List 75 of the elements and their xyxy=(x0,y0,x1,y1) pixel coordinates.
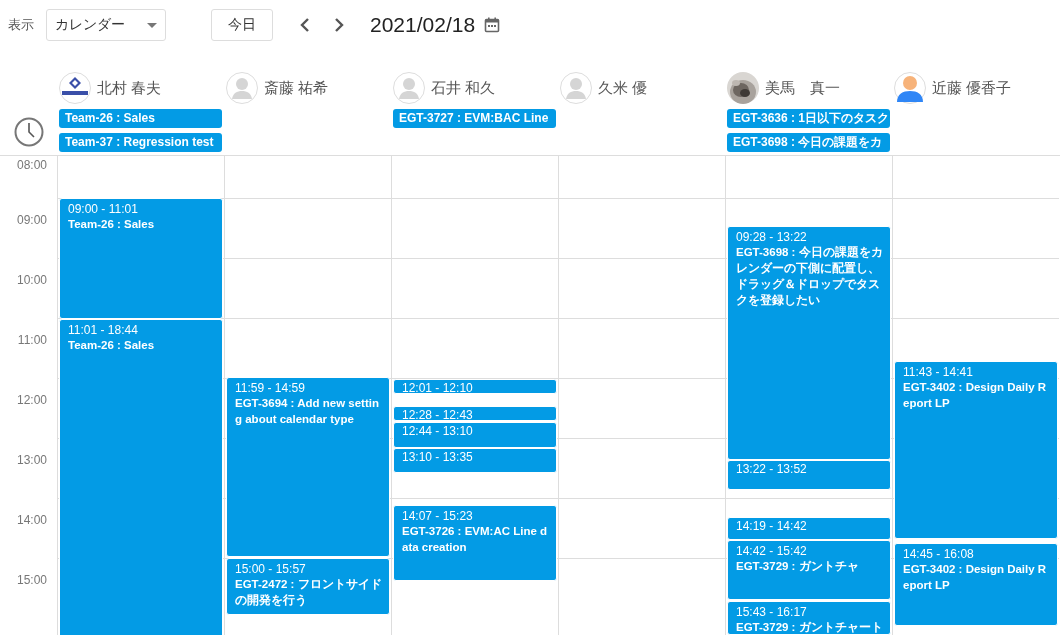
hour-label: 10:00 xyxy=(16,273,47,287)
hour-label: 08:00 xyxy=(16,158,47,172)
view-select[interactable]: カレンダー xyxy=(46,9,166,41)
event-card[interactable]: 15:00 - 15:57 EGT-2472 : フロントサイドの開発を行う xyxy=(226,558,390,615)
event-title: EGT-3726 : EVM:AC Line data creation xyxy=(402,524,549,555)
event-card[interactable]: 14:19 - 14:42 xyxy=(727,517,891,540)
event-time: 12:44 - 13:10 xyxy=(402,424,473,438)
event-title: EGT-3694 : Add new setting about calendar type xyxy=(235,396,380,427)
all-day-event[interactable]: EGT-3636 : 1日以下のタスク xyxy=(727,109,890,128)
event-time: 11:59 - 14:59 xyxy=(235,381,305,395)
event-title: EGT-3402 : Design Daily Report LP xyxy=(903,380,1048,411)
event-time: 14:19 - 14:42 xyxy=(736,519,807,533)
person-name: 美馬 真一 xyxy=(765,78,840,98)
event-time: 13:10 - 13:35 xyxy=(402,450,473,464)
calendar-icon[interactable] xyxy=(484,17,501,33)
event-time: 09:00 - 11:01 xyxy=(68,202,138,216)
hour-label: 14:00 xyxy=(16,513,47,527)
event-card[interactable]: 13:10 - 13:35 xyxy=(393,448,557,473)
person-name: 近藤 優香子 xyxy=(932,78,1012,98)
event-time: 12:28 - 12:43 xyxy=(402,408,473,420)
event-card[interactable]: 14:42 - 15:42 EGT-3729 : ガントチャ xyxy=(727,540,891,600)
event-title: EGT-3729 : ガントチャート xyxy=(736,620,883,634)
event-card[interactable]: 15:43 - 16:17 EGT-3729 : ガントチャート xyxy=(727,601,891,635)
today-button[interactable]: 今日 xyxy=(211,9,273,41)
event-title: EGT-2472 : フロントサイドの開発を行う xyxy=(235,577,383,608)
event-card[interactable]: 13:22 - 13:52 xyxy=(727,460,891,490)
all-day-event[interactable]: EGT-3698 : 今日の課題をカ xyxy=(727,133,890,152)
person-avatar xyxy=(894,72,926,104)
user-avatar xyxy=(560,72,592,104)
person-name: 斎藤 祐希 xyxy=(264,78,329,98)
event-time: 11:01 - 18:44 xyxy=(68,323,138,337)
event-time: 09:28 - 13:22 xyxy=(736,230,807,244)
all-day-event[interactable]: Team-37 : Regression test xyxy=(59,133,222,152)
user-avatar xyxy=(393,72,425,104)
logo-avatar xyxy=(59,72,91,104)
hour-label: 15:00 xyxy=(16,573,47,587)
all-day-event[interactable]: EGT-3727 : EVM:BAC Line xyxy=(393,109,556,128)
event-card[interactable]: 12:28 - 12:43 xyxy=(393,406,557,421)
event-time: 11:43 - 14:41 xyxy=(903,365,973,379)
view-label: 表示 xyxy=(8,16,34,34)
clock-icon xyxy=(13,117,44,147)
event-title: Team-26 : Sales xyxy=(68,338,155,353)
hour-label: 09:00 xyxy=(16,213,47,227)
next-icon[interactable] xyxy=(333,17,345,33)
caret-icon xyxy=(147,22,157,28)
person-name: 北村 春夫 xyxy=(97,78,162,98)
hour-label: 11:00 xyxy=(17,333,47,347)
person-name: 石井 和久 xyxy=(431,78,496,98)
event-time: 15:43 - 16:17 xyxy=(736,605,807,619)
event-card[interactable]: 09:00 - 11:01 Team-26 : Sales xyxy=(59,198,223,319)
person-name: 久米 優 xyxy=(598,78,648,98)
event-time: 14:45 - 16:08 xyxy=(903,547,974,561)
hour-label: 12:00 xyxy=(16,393,47,407)
user-avatar xyxy=(226,72,258,104)
event-card[interactable]: 12:01 - 12:10 xyxy=(393,379,557,394)
date-text: 2021/02/18 xyxy=(370,13,476,37)
event-title: EGT-3698 : 今日の課題をカレンダーの下側に配置し、ドラッグ＆ドロップでタスクを登録したい xyxy=(736,245,884,308)
event-card[interactable]: 14:07 - 15:23 EGT-3726 : EVM:AC Line data creation xyxy=(393,505,557,581)
event-card[interactable]: 12:44 - 13:10 xyxy=(393,422,557,448)
previous-icon[interactable] xyxy=(299,17,311,33)
event-title: Team-26 : Sales xyxy=(68,217,155,232)
event-time: 15:00 - 15:57 xyxy=(235,562,306,576)
event-card[interactable]: 11:59 - 14:59 EGT-3694 : Add new setting about calendar type xyxy=(226,377,390,557)
event-time: 13:22 - 13:52 xyxy=(736,462,807,476)
event-card[interactable]: 09:28 - 13:22 EGT-3698 : 今日の課題をカレンダーの下側に配置し、ドラッグ＆ドロップでタスクを登録したい xyxy=(727,226,891,460)
event-card[interactable]: 11:01 - 18:44 Team-26 : Sales xyxy=(59,319,223,635)
event-title: EGT-3729 : ガントチャ xyxy=(736,559,859,574)
all-day-event[interactable]: Team-26 : Sales xyxy=(59,109,222,128)
event-card[interactable]: 14:45 - 16:08 EGT-3402 : Design Daily Report LP xyxy=(894,543,1058,626)
hour-label: 13:00 xyxy=(16,453,47,467)
event-time: 14:42 - 15:42 xyxy=(736,544,807,558)
event-time: 14:07 - 15:23 xyxy=(402,509,473,523)
event-card[interactable]: 11:43 - 14:41 EGT-3402 : Design Daily Report LP xyxy=(894,361,1058,539)
event-time: 12:01 - 12:10 xyxy=(402,381,473,393)
event-title: EGT-3402 : Design Daily Report LP xyxy=(903,562,1048,593)
